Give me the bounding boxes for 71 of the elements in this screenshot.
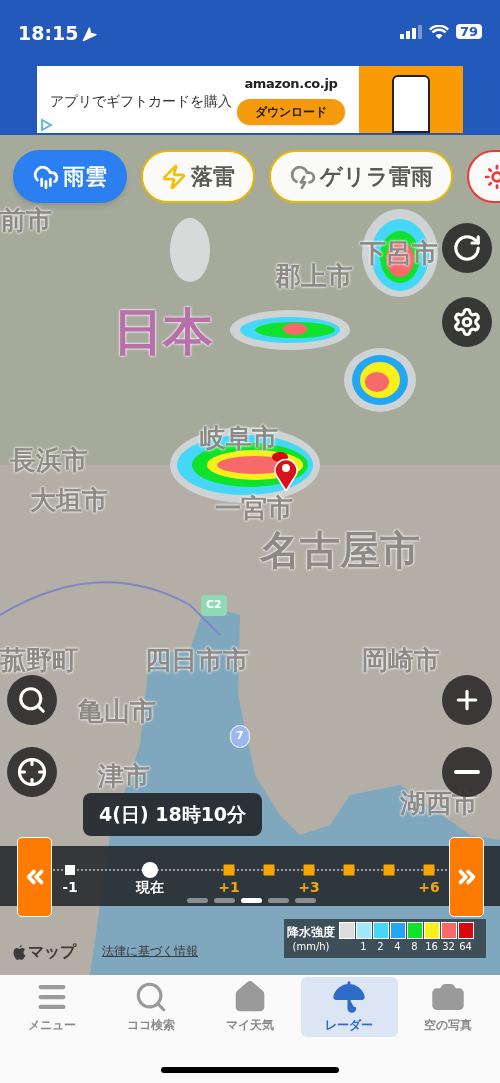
legend-value: 4 [394,940,401,954]
map-place-label: 郡上市 [275,263,353,289]
timeline-label: 現在 [136,880,164,894]
layer-chip[interactable]: 落雷 [141,150,255,203]
map-place-label: 長浜市 [10,447,88,473]
download-button[interactable]: ダウンロード [237,99,345,126]
zoom-out-icon [454,770,480,774]
map-place-label: 前市 [0,207,52,233]
light-rain-area-drawing [170,218,210,282]
refresh-button[interactable] [442,223,492,273]
radar-icon [332,980,367,1014]
map-place-label: 菰野町 [0,647,78,673]
map-place-label: 四日市市 [145,647,249,673]
tab-bar-item[interactable]: マイ天気 [201,977,299,1037]
layer-icon [289,163,316,190]
map-place-label: 亀山市 [78,698,156,724]
legend-value: 32 [442,940,455,954]
legend-value: 16 [425,940,438,954]
timeline-step[interactable] [142,862,158,878]
settings-icon [452,307,482,337]
map-place-label: 日本 [113,307,213,357]
step-back-button[interactable] [17,837,52,917]
ad-choices-icon[interactable] [39,118,53,132]
legend-value: 2 [377,940,384,954]
home-icon [233,980,267,1014]
map-place-label: 湖西市 [400,790,478,816]
map-place-label: 津市 [98,763,150,789]
road-number-badge: 7 [230,725,250,748]
wifi-icon [428,24,449,39]
ad-text: アプリでギフトカードを購入 [50,92,232,111]
legend-value: 1 [360,940,367,954]
legend-value: 64 [459,940,472,954]
map-place-label: 岡崎市 [362,647,440,673]
search-icon [17,685,47,715]
signal-icon [399,24,422,39]
map-credit-text: マップ [28,941,76,963]
timeline-label: +6 [418,880,440,894]
status-time: 18:15 [18,24,79,43]
tab-bar-item[interactable]: メニュー [3,977,101,1037]
layer-chip[interactable]: ゲリラ雷雨 [269,150,453,203]
battery-indicator: 79 [455,24,482,39]
locate-button[interactable] [7,747,57,797]
refresh-icon [452,233,482,263]
map-place-label: 下呂市 [360,240,438,266]
layer-icon [161,163,187,190]
legal-info-link[interactable]: 法律に基づく情報 [102,942,198,960]
map-place-label: 大垣市 [30,487,108,513]
location-pin-icon [274,457,298,491]
legend-unit: (mm/h) [292,939,330,954]
legend-value: 8 [411,940,418,954]
brand-logo-text: amazon.co.jp [244,74,338,93]
search-button[interactable] [7,675,57,725]
tab-bar-item[interactable]: レーダー [300,977,398,1037]
layer-chip[interactable]: 雨雲 [13,150,127,203]
timeline-label: -1 [62,880,78,894]
settings-button[interactable] [442,297,492,347]
layer-icon [33,163,59,190]
tab-bar-item[interactable]: 空の写真 [399,977,497,1037]
road-number-badge: C2 [201,595,227,616]
ad-banner[interactable]: アプリでギフトカードを購入 amazon.co.jp ダウンロード [37,66,463,133]
timeline-label: +3 [298,880,320,894]
step-forward-button[interactable] [449,837,484,917]
apple-logo-icon [13,944,26,960]
time-display: 4(日) 18時10分 [83,793,263,836]
zoom-in-button[interactable] [442,675,492,725]
timeline-label: +1 [218,880,240,894]
locate-icon [17,757,47,787]
legend-title: 降水強度 [287,923,335,940]
map-place-label: 名古屋市 [260,530,420,570]
tab-bar-item[interactable]: ココ検索 [102,977,200,1037]
location-arrow-icon [82,25,99,42]
